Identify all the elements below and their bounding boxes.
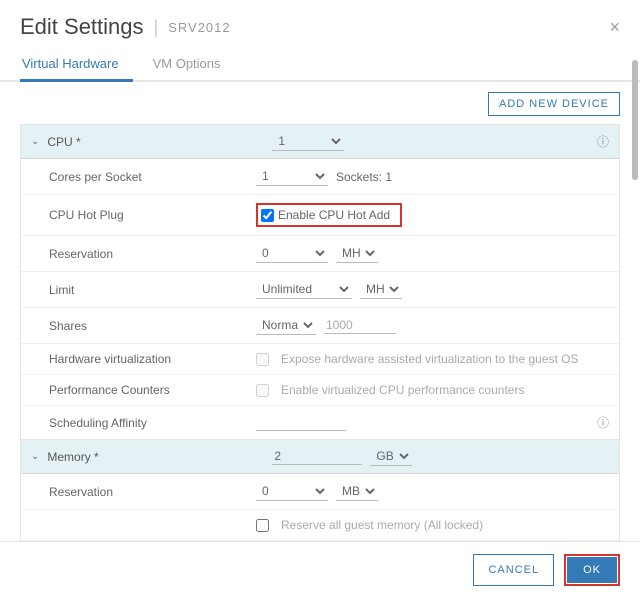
row-cpu-reservation: Reservation 0 MHz [21, 236, 619, 272]
row-cpu-limit: Limit Unlimited MHz [21, 272, 619, 308]
row-scheduling-affinity: Scheduling Affinity ⓘ [21, 406, 619, 439]
dialog-subtitle: SRV2012 [168, 20, 230, 35]
memory-unit-select[interactable]: GB [370, 447, 412, 466]
highlight-ok: OK [564, 554, 620, 586]
row-hardware-virtualization: Hardware virtualization Expose hardware … [21, 344, 619, 375]
cancel-button[interactable]: CANCEL [473, 554, 554, 586]
cpu-shares-label: Shares [49, 319, 256, 333]
toolbar: ADD NEW DEVICE [0, 82, 640, 124]
cpu-shares-value[interactable] [324, 317, 396, 334]
tab-vm-options[interactable]: VM Options [151, 48, 235, 80]
mem-reservation-select[interactable]: 0 [256, 482, 328, 501]
section-head-cpu: CPU * 1 ⓘ [21, 125, 619, 159]
row-cpu-hot-plug: CPU Hot Plug Enable CPU Hot Add [21, 195, 619, 236]
mem-reservation-unit-select[interactable]: MB [336, 482, 378, 501]
chevron-down-icon[interactable] [31, 451, 39, 462]
sockets-text: Sockets: 1 [336, 170, 392, 184]
perf-cb-label: Enable virtualized CPU performance count… [281, 383, 524, 397]
cores-label: Cores per Socket [49, 170, 256, 184]
row-mem-reservation: Reservation 0 MB [21, 474, 619, 510]
dialog-title: Edit Settings [20, 14, 144, 40]
edit-settings-dialog: Edit Settings | SRV2012 × Virtual Hardwa… [0, 0, 640, 598]
reserve-all-label: Reserve all guest memory (All locked) [281, 518, 483, 532]
highlight-cpu-hotplug: Enable CPU Hot Add [256, 203, 402, 227]
add-new-device-button[interactable]: ADD NEW DEVICE [488, 92, 620, 116]
tab-virtual-hardware[interactable]: Virtual Hardware [20, 48, 133, 82]
row-perf-counters: Performance Counters Enable virtualized … [21, 375, 619, 406]
scrollbar-thumb[interactable] [632, 60, 638, 180]
hwvirt-label: Hardware virtualization [49, 352, 256, 366]
cpu-reservation-label: Reservation [49, 247, 256, 261]
perf-checkbox [256, 384, 269, 397]
hwvirt-cb-label: Expose hardware assisted virtualization … [281, 352, 579, 366]
info-icon[interactable]: ⓘ [597, 414, 609, 431]
row-mem-reserve-all: Reserve all guest memory (All locked) [21, 510, 619, 541]
section-head-memory: Memory * GB [21, 440, 619, 474]
cpu-limit-label: Limit [49, 283, 256, 297]
cpu-label: CPU * [47, 135, 272, 149]
row-cores-per-socket: Cores per Socket 1 Sockets: 1 [21, 159, 619, 195]
perf-label: Performance Counters [49, 383, 256, 397]
info-icon[interactable]: ⓘ [597, 133, 609, 150]
row-cpu-shares: Shares Normal [21, 308, 619, 344]
cpu-limit-select[interactable]: Unlimited [256, 280, 352, 299]
cpu-hotplug-cb-label: Enable CPU Hot Add [278, 208, 390, 222]
hwvirt-checkbox [256, 353, 269, 366]
cpu-reservation-unit-select[interactable]: MHz [336, 244, 378, 263]
cpu-hotplug-label: CPU Hot Plug [49, 208, 256, 222]
cpu-hotplug-checkbox[interactable] [261, 209, 274, 222]
cores-select[interactable]: 1 [256, 167, 328, 186]
cpu-shares-mode-select[interactable]: Normal [256, 316, 316, 335]
memory-label: Memory * [47, 450, 272, 464]
title-divider: | [154, 17, 159, 38]
memory-value-input[interactable] [272, 448, 362, 465]
cpu-count-select[interactable]: 1 [272, 132, 344, 151]
chevron-down-icon[interactable] [31, 136, 39, 147]
section-cpu: CPU * 1 ⓘ Cores per Socket 1 Sockets: 1 … [20, 124, 620, 440]
affinity-input[interactable] [256, 414, 346, 431]
dialog-footer: CANCEL OK [0, 541, 640, 598]
cpu-limit-unit-select[interactable]: MHz [360, 280, 402, 299]
tab-bar: Virtual Hardware VM Options [0, 48, 640, 82]
mem-reservation-label: Reservation [49, 485, 256, 499]
ok-button[interactable]: OK [567, 557, 617, 583]
cpu-reservation-select[interactable]: 0 [256, 244, 328, 263]
dialog-header: Edit Settings | SRV2012 × [0, 0, 640, 48]
close-icon[interactable]: × [609, 17, 620, 38]
section-memory: Memory * GB Reservation 0 MB Reserve all… [20, 439, 620, 541]
reserve-all-checkbox[interactable] [256, 519, 269, 532]
settings-body: CPU * 1 ⓘ Cores per Socket 1 Sockets: 1 … [0, 124, 640, 541]
affinity-label: Scheduling Affinity [49, 416, 256, 430]
